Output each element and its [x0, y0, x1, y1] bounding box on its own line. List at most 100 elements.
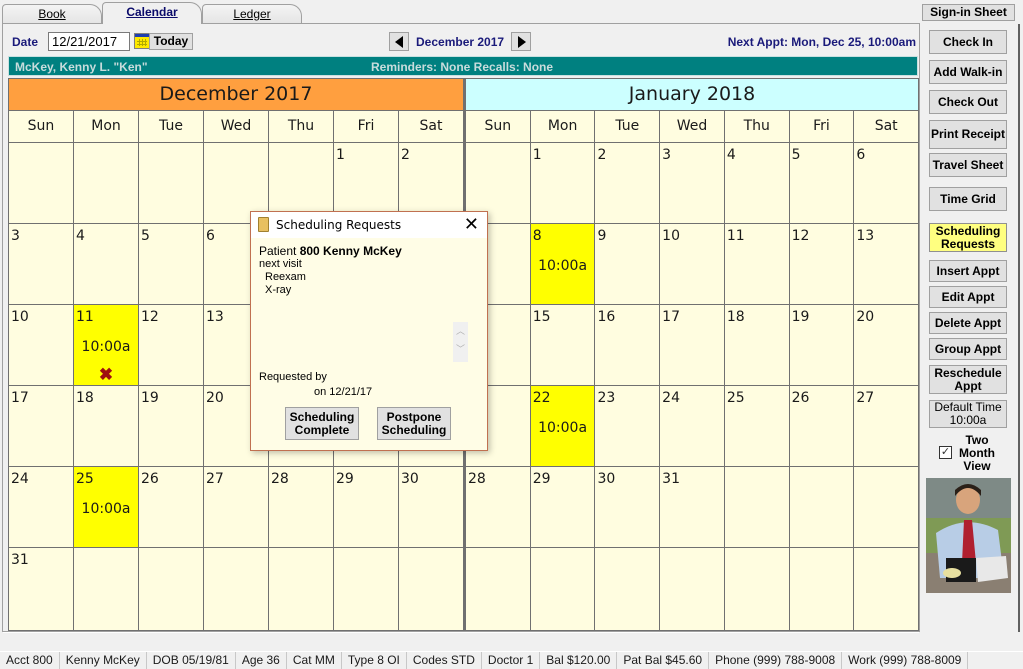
scroll-down-icon[interactable]: ﹀ [453, 340, 468, 358]
add-walk-in-button[interactable]: Add Walk-in [929, 60, 1007, 84]
day-cell[interactable] [139, 143, 204, 223]
day-cell[interactable]: 17 [9, 386, 74, 466]
day-cell[interactable]: 11 [725, 224, 790, 304]
day-cell[interactable] [595, 548, 661, 630]
day-cell-with-appointment[interactable]: 22 10:00a [530, 386, 596, 466]
day-cell[interactable]: 15 [531, 305, 596, 385]
day-of-week-fri: Fri [790, 111, 855, 142]
delete-appt-button[interactable]: Delete Appt [929, 312, 1007, 334]
day-cell[interactable]: 26 [790, 386, 855, 466]
day-cell[interactable] [269, 548, 334, 630]
day-cell[interactable]: 13 [854, 224, 918, 304]
day-cell[interactable]: 29 [334, 467, 399, 547]
day-cell[interactable] [139, 548, 204, 630]
day-cell[interactable] [790, 467, 855, 547]
day-cell[interactable]: 18 [74, 386, 139, 466]
day-cell-with-appointment[interactable]: 11 10:00a ✖ [74, 305, 139, 385]
day-cell[interactable]: 29 [531, 467, 596, 547]
close-icon[interactable]: ✕ [464, 214, 479, 235]
day-cell[interactable] [74, 143, 139, 223]
day-cell[interactable]: 28 [466, 467, 531, 547]
day-cell[interactable]: 18 [725, 305, 790, 385]
day-cell[interactable]: 19 [139, 386, 204, 466]
day-cell[interactable]: 5 [139, 224, 204, 304]
appointment-time[interactable]: 10:00a [531, 258, 595, 274]
day-cell[interactable] [725, 467, 790, 547]
appointment-time[interactable]: 10:00a [531, 420, 595, 436]
travel-sheet-button[interactable]: Travel Sheet [929, 153, 1007, 177]
default-time-button[interactable]: Default Time 10:00a [929, 400, 1007, 428]
day-cell[interactable]: 23 [595, 386, 661, 466]
day-cell[interactable]: 6 [854, 143, 918, 223]
day-cell[interactable]: 30 [399, 467, 463, 547]
day-cell[interactable]: 12 [139, 305, 204, 385]
day-cell[interactable]: 27 [204, 467, 269, 547]
time-grid-button[interactable]: Time Grid [929, 187, 1007, 211]
day-cell[interactable] [854, 548, 918, 630]
scroll-up-icon[interactable]: ︿ [453, 322, 468, 340]
day-cell[interactable]: 27 [854, 386, 918, 466]
day-cell[interactable]: 10 [660, 224, 725, 304]
edit-appt-button[interactable]: Edit Appt [929, 286, 1007, 308]
next-month-button[interactable] [511, 32, 531, 51]
scheduling-requests-button[interactable]: Scheduling Requests [929, 223, 1007, 252]
day-cell[interactable]: 3 [9, 224, 74, 304]
day-cell[interactable]: 16 [595, 305, 661, 385]
postpone-scheduling-button[interactable]: Postpone Scheduling [377, 407, 451, 440]
appointment-time[interactable]: 10:00a [74, 501, 138, 517]
day-cell[interactable] [660, 548, 725, 630]
day-cell[interactable] [334, 548, 399, 630]
day-cell[interactable] [531, 548, 596, 630]
day-cell[interactable]: 31 [660, 467, 725, 547]
day-cell[interactable]: 4 [74, 224, 139, 304]
check-in-button[interactable]: Check In [929, 30, 1007, 54]
day-cell[interactable] [204, 548, 269, 630]
day-cell[interactable] [725, 548, 790, 630]
day-cell[interactable]: 25 [725, 386, 790, 466]
tab-book[interactable]: Book [2, 4, 102, 24]
day-cell[interactable] [854, 467, 918, 547]
insert-appt-button[interactable]: Insert Appt [929, 260, 1007, 282]
two-month-view-toggle[interactable]: ✓ Two Month View [937, 434, 1007, 474]
dialog-scrollbar[interactable]: ︿ ﹀ [453, 322, 468, 362]
day-cell[interactable]: 3 [660, 143, 725, 223]
day-cell[interactable]: 24 [9, 467, 74, 547]
day-cell[interactable]: 10 [9, 305, 74, 385]
tab-ledger[interactable]: Ledger [202, 4, 302, 24]
day-cell[interactable]: 19 [790, 305, 855, 385]
day-cell[interactable] [466, 548, 531, 630]
print-receipt-button[interactable]: Print Receipt [929, 120, 1007, 149]
appointment-time[interactable]: 10:00a [74, 339, 138, 355]
day-cell[interactable]: 5 [790, 143, 855, 223]
scheduling-complete-button[interactable]: Scheduling Complete [285, 407, 359, 440]
day-cell[interactable]: 2 [595, 143, 661, 223]
day-cell[interactable]: 24 [660, 386, 725, 466]
day-number: 17 [11, 390, 29, 406]
today-button[interactable]: Today [149, 33, 193, 50]
day-cell[interactable]: 30 [595, 467, 661, 547]
day-cell[interactable]: 17 [660, 305, 725, 385]
day-cell[interactable]: 31 [9, 548, 74, 630]
day-cell[interactable]: 20 [854, 305, 918, 385]
group-appt-button[interactable]: Group Appt [929, 338, 1007, 360]
day-cell[interactable] [74, 548, 139, 630]
day-cell[interactable] [790, 548, 855, 630]
day-cell[interactable] [9, 143, 74, 223]
tab-calendar[interactable]: Calendar [102, 2, 202, 24]
reschedule-appt-button[interactable]: Reschedule Appt [929, 365, 1007, 394]
day-cell[interactable]: 1 [531, 143, 596, 223]
previous-month-button[interactable] [389, 32, 409, 51]
day-cell[interactable]: 4 [725, 143, 790, 223]
check-out-button[interactable]: Check Out [929, 90, 1007, 114]
two-month-view-checkbox[interactable]: ✓ [939, 446, 952, 459]
calendar-picker-icon[interactable] [134, 33, 150, 49]
day-cell[interactable] [399, 548, 463, 630]
date-input[interactable] [48, 32, 130, 51]
sign-in-sheet-button[interactable]: Sign-in Sheet [922, 4, 1015, 21]
day-cell[interactable]: 9 [595, 224, 661, 304]
day-cell-with-appointment[interactable]: 25 10:00a [74, 467, 139, 547]
day-cell[interactable]: 12 [790, 224, 855, 304]
day-cell[interactable]: 26 [139, 467, 204, 547]
day-cell-with-appointment[interactable]: 8 10:00a [530, 224, 596, 304]
day-cell[interactable]: 28 [269, 467, 334, 547]
